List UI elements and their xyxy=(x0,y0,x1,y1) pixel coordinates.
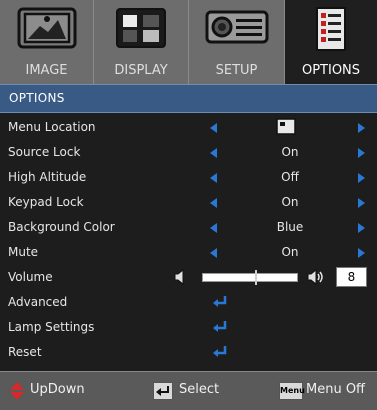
updown-arrows-icon xyxy=(9,381,25,405)
volume-label: Volume xyxy=(8,270,53,284)
tab-image-label: IMAGE xyxy=(25,63,68,78)
menu-row-menu-location[interactable]: Menu Location xyxy=(0,115,377,140)
footer-menu-off-label: Menu Off xyxy=(306,382,366,397)
tab-options[interactable]: OPTIONS xyxy=(285,0,377,84)
mute-label: Mute xyxy=(8,245,39,259)
section-title: OPTIONS xyxy=(9,91,65,105)
enter-icon[interactable] xyxy=(212,344,228,363)
display-icon xyxy=(114,6,168,54)
mute-value: On xyxy=(281,245,299,259)
left-arrow-icon[interactable] xyxy=(210,148,217,158)
source-lock-value: On xyxy=(281,145,299,159)
advanced-label: Advanced xyxy=(8,295,68,309)
options-icon xyxy=(314,6,348,56)
menu-row-keypad-lock[interactable]: Keypad Lock On xyxy=(0,190,377,215)
left-arrow-icon[interactable] xyxy=(210,223,217,233)
keypad-lock-value: On xyxy=(281,195,299,209)
left-arrow-icon[interactable] xyxy=(210,123,217,133)
menu-key-icon: Menu xyxy=(279,382,305,400)
setup-icon xyxy=(204,6,270,54)
tab-image[interactable]: IMAGE xyxy=(0,0,94,84)
right-arrow-icon[interactable] xyxy=(358,223,365,233)
menu-row-background-color[interactable]: Background Color Blue xyxy=(0,215,377,240)
right-arrow-icon[interactable] xyxy=(358,123,365,133)
options-menu: Menu Location Source Lock On High Altitu… xyxy=(0,113,377,371)
background-color-value: Blue xyxy=(276,220,304,234)
tab-setup[interactable]: SETUP xyxy=(189,0,285,84)
menu-location-label: Menu Location xyxy=(8,120,96,134)
volume-slider[interactable] xyxy=(202,270,298,285)
footer-hint-bar: UpDown Select Menu Menu Off xyxy=(0,371,377,410)
left-arrow-icon[interactable] xyxy=(210,248,217,258)
enter-icon[interactable] xyxy=(212,294,228,313)
footer-updown-label: UpDown xyxy=(30,382,85,397)
image-icon xyxy=(16,6,78,54)
footer-select-label: Select xyxy=(179,382,220,397)
tab-display-label: DISPLAY xyxy=(114,63,168,78)
menu-row-high-altitude[interactable]: High Altitude Off xyxy=(0,165,377,190)
right-arrow-icon[interactable] xyxy=(358,248,365,258)
menu-row-advanced[interactable]: Advanced xyxy=(0,290,377,315)
tab-setup-label: SETUP xyxy=(215,63,258,78)
menu-location-icon xyxy=(276,118,296,139)
projector-osd: IMAGE DISPLAY SETUP OPTIONS OPTIONS Menu… xyxy=(0,0,377,410)
volume-slider-knob[interactable] xyxy=(255,270,257,285)
section-title-bar: OPTIONS xyxy=(0,84,377,113)
volume-down-speaker-icon[interactable] xyxy=(174,268,188,289)
high-altitude-value: Off xyxy=(281,170,299,184)
volume-value-box: 8 xyxy=(336,267,367,287)
menu-row-reset[interactable]: Reset xyxy=(0,340,377,365)
tab-options-label: OPTIONS xyxy=(301,63,361,78)
menu-row-volume[interactable]: Volume 8 xyxy=(0,265,377,290)
right-arrow-icon[interactable] xyxy=(358,173,365,183)
enter-icon[interactable] xyxy=(212,319,228,338)
volume-up-speaker-icon[interactable] xyxy=(307,268,325,289)
enter-key-icon xyxy=(153,382,173,400)
right-arrow-icon[interactable] xyxy=(358,198,365,208)
tab-bar: IMAGE DISPLAY SETUP OPTIONS xyxy=(0,0,377,84)
menu-row-lamp-settings[interactable]: Lamp Settings xyxy=(0,315,377,340)
high-altitude-label: High Altitude xyxy=(8,170,87,184)
lamp-settings-label: Lamp Settings xyxy=(8,320,95,334)
menu-row-source-lock[interactable]: Source Lock On xyxy=(0,140,377,165)
reset-label: Reset xyxy=(8,345,42,359)
source-lock-label: Source Lock xyxy=(8,145,81,159)
tab-display[interactable]: DISPLAY xyxy=(94,0,189,84)
menu-row-mute[interactable]: Mute On xyxy=(0,240,377,265)
right-arrow-icon[interactable] xyxy=(358,148,365,158)
keypad-lock-label: Keypad Lock xyxy=(8,195,84,209)
left-arrow-icon[interactable] xyxy=(210,198,217,208)
left-arrow-icon[interactable] xyxy=(210,173,217,183)
background-color-label: Background Color xyxy=(8,220,115,234)
